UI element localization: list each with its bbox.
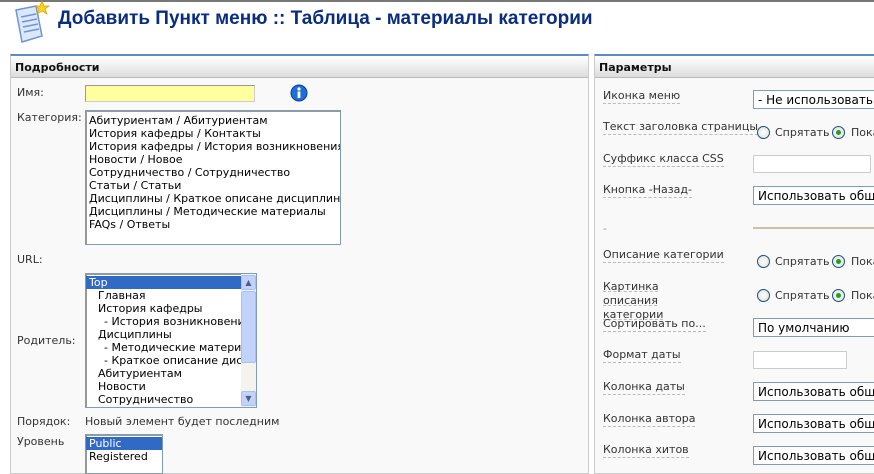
category-option[interactable]: История кафедры / История возникновения [86,140,340,153]
author-col-label: Колонка автора [603,412,696,427]
separator-label: - [603,222,607,235]
cat-desc-hide-radio[interactable] [757,255,770,268]
menu-icon-select[interactable]: - Не использовать картинку - [753,90,874,109]
cat-desc-hide-label: Спрятать [775,255,830,268]
parent-option[interactable]: Новости [86,380,241,393]
back-button-select[interactable]: Использовать общие настройки [753,186,874,205]
menu-add-icon [15,0,50,43]
details-heading: Подробности [11,56,588,78]
category-option[interactable]: Сотрудничество / Сотрудничество [86,166,340,179]
parent-listbox[interactable]: Top Главная История кафедры - История во… [85,273,257,408]
level-label: Уровень [17,435,65,448]
order-value: Новый элемент будет последним [85,415,280,428]
scroll-down-icon[interactable]: ▼ [241,391,256,406]
hits-col-label: Колонка хитов [603,443,689,458]
level-option[interactable]: Registered [86,450,162,463]
date-format-input[interactable] [753,351,847,369]
page-title-show-radio[interactable] [832,126,845,139]
hits-col-select[interactable]: Использовать общие настройки [753,446,874,465]
page-title-hide-label: Спрятать [775,126,830,139]
page-title-show-label: Показать [851,126,874,139]
info-icon[interactable] [290,84,308,102]
category-option[interactable]: Новости / Новое [86,153,340,166]
cat-desc-show-radio[interactable] [832,255,845,268]
separator-line [753,227,874,229]
category-listbox[interactable]: Абитуриентам / Абитуриентам История кафе… [85,110,341,245]
level-listbox[interactable]: Public Registered [85,434,163,474]
url-label: URL: [17,253,43,266]
category-option[interactable]: FAQs / Ответы [86,218,340,231]
level-option-selected[interactable]: Public [86,437,162,450]
page-title-hide-radio[interactable] [757,126,770,139]
date-col-label: Колонка даты [603,380,685,395]
page-title-label: Текст заголовка страницы [603,120,758,135]
sort-label: Сортировать по... [603,317,706,332]
cat-image-hide-radio[interactable] [757,289,770,302]
cat-image-hide-label: Спрятать [775,289,830,302]
cat-desc-show-label: Показать [851,255,874,268]
author-col-select[interactable]: Использовать общие настройки [753,414,874,433]
name-input[interactable] [85,85,255,102]
cat-image-label: Картинка описания категории [603,280,664,321]
back-button-label: Кнопка -Назад- [603,183,692,198]
scroll-thumb[interactable] [241,291,256,363]
css-suffix-input[interactable] [753,155,871,173]
date-col-select[interactable]: Использовать общие настройки [753,382,874,401]
date-format-label: Формат даты [603,348,681,363]
parent-scrollbar[interactable]: ▲ ▼ [241,274,256,407]
parent-option[interactable]: Сотрудничество [86,393,241,406]
parent-option[interactable]: - Краткое описание дисциплины [86,354,256,367]
category-option[interactable]: Дисциплины / Методические материалы [86,205,340,218]
parent-option-selected[interactable]: Top [86,276,241,289]
category-option[interactable]: История кафедры / Контакты [86,127,340,140]
order-label: Порядок: [17,415,71,428]
parent-option[interactable]: - Методические материалы [86,341,256,354]
category-option[interactable]: Абитуриентам / Абитуриентам [86,114,340,127]
page-title: Добавить Пункт меню :: Таблица - материа… [58,8,593,29]
parent-option[interactable]: Главная [86,289,241,302]
params-heading: Параметры [595,56,874,78]
cat-desc-label: Описание категории [603,248,724,263]
cat-image-show-label: Показать [851,289,874,302]
top-border [0,0,874,2]
name-label: Имя: [17,86,44,99]
parent-option[interactable]: Абитуриентам [86,367,241,380]
category-option[interactable]: Статьи / Статьи [86,179,340,192]
category-label: Категория: [17,111,82,124]
category-option[interactable]: Дисциплины / Краткое описане дисциплины [86,192,340,205]
parent-option[interactable]: - История возникновения [86,315,251,328]
cat-image-show-radio[interactable] [832,289,845,302]
scroll-up-icon[interactable]: ▲ [241,275,256,290]
css-suffix-label: Суффикс класса CSS [603,152,724,167]
parent-option[interactable]: История кафедры [86,302,241,315]
menu-icon-label: Иконка меню [603,89,681,104]
parent-option[interactable]: Дисциплины [86,328,241,341]
parent-label: Родитель: [17,334,76,347]
sort-select[interactable]: По умолчанию [753,318,874,337]
